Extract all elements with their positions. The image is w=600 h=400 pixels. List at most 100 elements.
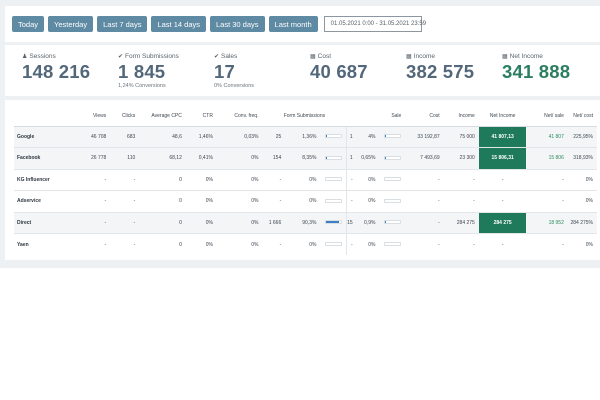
cost-cell: - (405, 233, 444, 255)
table-row[interactable]: Adservice - -0 0% 0% -0% -0% - - - -0% (14, 190, 597, 212)
last-month-button[interactable]: Last month (268, 16, 318, 32)
cost-cell: 33 192,87 (405, 125, 444, 148)
cost-cell: - (405, 168, 444, 191)
form-submissions-progress-bar-cell (320, 168, 347, 191)
source-cell: Yaen (14, 233, 61, 255)
header-net-income[interactable]: Net Income (478, 106, 527, 127)
stat-value: 1 845 (118, 61, 166, 82)
source-cell: Facebook (14, 147, 61, 169)
sale-progress-bar-cell (379, 168, 406, 191)
sale-progress-bar-cell (379, 233, 406, 255)
header-avg-cpc[interactable]: Average CPC (139, 106, 186, 127)
form-submissions-count-cell: - (262, 190, 286, 212)
income-cell: 75 000 (443, 125, 479, 148)
form-submissions-progress-bar-cell (320, 233, 347, 255)
net-sale-cell: - (526, 233, 568, 255)
cost-cell: 7 493,69 (405, 147, 444, 169)
net-income-cell: 41 807,13 (478, 125, 527, 148)
channel-table-panel: Views Clicks Average CPC CTR Conv. freq.… (5, 100, 600, 260)
stat-conversions: 1,24% Conversions (118, 83, 166, 89)
last-30-days-button[interactable]: Last 30 days (210, 16, 265, 32)
yesterday-button[interactable]: Yesterday (48, 16, 94, 32)
sale-pct-cell: 0,9% (356, 211, 380, 234)
form-submissions-progress-bar-fill (325, 156, 327, 159)
net-cost-cell: 318,93% (567, 147, 597, 169)
table-row[interactable]: Direct - -0 0% 0% 1 666 90,3% 15 0,9% -284 275 284… (14, 211, 597, 234)
avg-cpc-cell: 0 (139, 211, 186, 234)
sale-progress-bar (383, 134, 401, 139)
stat-net-income: ▦ Net Income 341 888 (502, 53, 570, 82)
form-submissions-pct-cell: 0% (285, 168, 321, 191)
last-7-days-button[interactable]: Last 7 days (97, 16, 148, 32)
ctr-cell: 0% (185, 190, 217, 212)
views-cell: - (60, 233, 111, 255)
table-row[interactable]: Facebook 26 778 110 68,12 0,41% 0% 154 8,35% 1 0,… (14, 147, 597, 169)
today-button[interactable]: Today (12, 16, 45, 32)
sale-count-cell: 1 (345, 125, 357, 148)
income-cell: - (443, 233, 479, 255)
source-cell: Adservice (14, 190, 61, 212)
source-cell: Google (14, 125, 61, 148)
ctr-cell: 1,46% (185, 125, 217, 148)
sale-count-cell: - (345, 168, 357, 191)
check-circle-icon: ✔ (118, 54, 124, 60)
header-cost[interactable]: Cost (405, 106, 444, 127)
header-conv-freq[interactable]: Conv. freq. (216, 106, 263, 127)
form-submissions-count-cell: 154 (262, 147, 286, 169)
form-submissions-progress-bar (324, 198, 342, 203)
net-income-cell: - (478, 168, 527, 191)
views-cell: - (60, 168, 111, 191)
header-sale[interactable]: Sale (346, 106, 406, 127)
last-14-days-button[interactable]: Last 14 days (151, 16, 206, 32)
table-body: Google 46 708 683 48,6 1,46% 0,03% 25 1,36% 1 4% 3… (14, 125, 597, 255)
net-cost-cell: 284 275% (567, 211, 597, 234)
header-net-sale[interactable]: Net/ sale (526, 106, 568, 127)
sale-progress-bar-cell (379, 211, 406, 234)
ctr-cell: 0% (185, 211, 217, 234)
sale-progress-bar-cell (379, 190, 406, 212)
views-cell: - (60, 190, 111, 212)
net-sale-cell: - (526, 190, 568, 212)
date-filter-toolbar: Today Yesterday Last 7 days Last 14 days… (5, 6, 600, 42)
table-row[interactable]: Google 46 708 683 48,6 1,46% 0,03% 25 1,36% 1 4% 3… (14, 125, 597, 148)
page: Today Yesterday Last 7 days Last 14 days… (0, 0, 600, 400)
sale-progress-bar (383, 242, 401, 247)
table-header-row: Views Clicks Average CPC CTR Conv. freq.… (14, 106, 597, 127)
income-cell: 23 300 (443, 147, 479, 169)
conv-freq-cell: 0% (216, 211, 263, 234)
header-net-cost[interactable]: Net/ cost (567, 106, 597, 127)
form-submissions-count-cell: - (262, 168, 286, 191)
source-cell: Direct (14, 211, 61, 234)
net-cost-cell: 0% (567, 233, 597, 255)
date-range-input[interactable]: 01.05.2021 0:00 - 31.05.2021 23:59 (323, 16, 426, 32)
avg-cpc-cell: 0 (139, 233, 186, 255)
header-form-submissions[interactable]: Form Submissions (262, 106, 347, 127)
net-sale-cell: 41 807 (526, 125, 568, 148)
header-clicks[interactable]: Clicks (110, 106, 140, 127)
source-cell: KG Influencer (14, 168, 61, 191)
stat-value: 148 216 (22, 61, 91, 82)
form-submissions-pct-cell: 0% (285, 233, 321, 255)
ctr-cell: 0,41% (185, 147, 217, 169)
stat-value: 40 687 (310, 61, 368, 82)
table-row[interactable]: KG Influencer - -0 0% 0% -0% -0% - - - -0% (14, 168, 597, 191)
header-ctr[interactable]: CTR (185, 106, 217, 127)
header-views[interactable]: Views (60, 106, 111, 127)
sale-pct-cell: 0% (356, 168, 380, 191)
stat-sessions: ♟ Sessions 148 216 (22, 53, 90, 82)
income-cell: 284 275 (443, 211, 479, 234)
conv-freq-cell: 0,03% (216, 125, 263, 148)
views-cell: 26 778 (60, 147, 111, 169)
channel-table: Views Clicks Average CPC CTR Conv. freq.… (14, 106, 597, 255)
form-submissions-progress-bar-cell (320, 211, 347, 234)
table-row[interactable]: Yaen - -0 0% 0% -0% -0% - - - -0% (14, 233, 597, 255)
form-submissions-progress-bar (324, 220, 342, 225)
users-icon: ♟ (22, 54, 28, 60)
money-icon: ▦ (406, 54, 412, 60)
header-income[interactable]: Income (443, 106, 479, 127)
sale-progress-bar (383, 220, 401, 225)
stat-income: ▦ Income 382 575 (406, 53, 474, 82)
stat-label: Net Income (509, 53, 543, 60)
money-icon: ▦ (502, 54, 508, 60)
sale-count-cell: - (345, 233, 357, 255)
